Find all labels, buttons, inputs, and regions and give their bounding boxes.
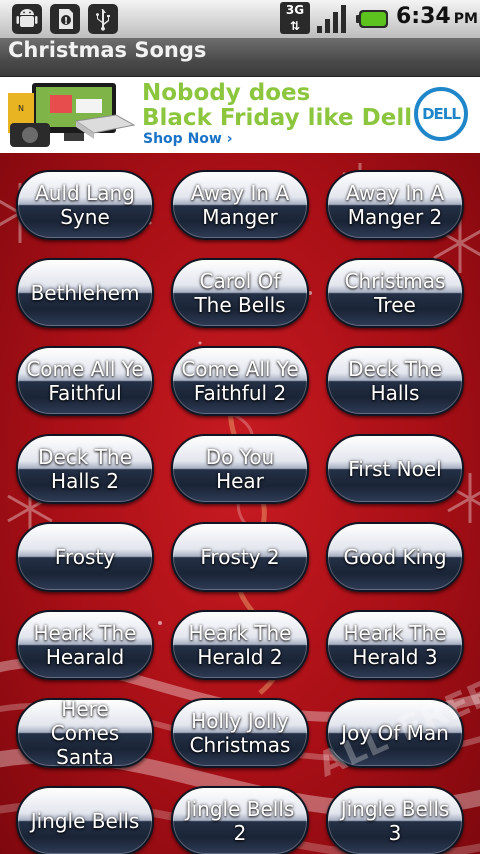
battery-icon: [356, 9, 390, 33]
song-button-label: Holly Jolly Christmas: [189, 709, 291, 757]
song-button[interactable]: Jingle Bells: [16, 786, 154, 854]
song-button[interactable]: Come All Ye Faithful 2: [171, 346, 309, 416]
svg-text:!: !: [64, 16, 69, 27]
song-button-label: Joy Of Man: [341, 721, 449, 745]
song-button-label: Deck The Halls: [348, 357, 442, 405]
clock: 6:34 PM: [396, 4, 478, 34]
app-screen: ! 3G ⇅ 6:34 PM Christmas Songs N Nobody …: [0, 0, 480, 854]
song-button-label: Do You Hear: [205, 445, 275, 493]
song-button[interactable]: Deck The Halls 2: [16, 434, 154, 504]
song-button[interactable]: Bethlehem: [16, 258, 154, 328]
usb-icon: [88, 4, 118, 34]
ad-headline-2: Black Friday like Dell: [142, 105, 413, 131]
song-button[interactable]: Holly Jolly Christmas: [171, 698, 309, 768]
song-button[interactable]: Frosty 2: [171, 522, 309, 592]
song-button[interactable]: Carol Of The Bells: [171, 258, 309, 328]
song-button[interactable]: Away In A Manger 2: [326, 170, 464, 240]
song-button[interactable]: Auld Lang Syne: [16, 170, 154, 240]
song-button-label: Heark The Hearald: [33, 621, 137, 669]
song-button[interactable]: Away In A Manger: [171, 170, 309, 240]
product-image-icon: N: [8, 83, 136, 147]
song-button-label: Come All Ye Faithful: [26, 357, 144, 405]
signal-strength-icon: [316, 4, 348, 38]
song-button-label: Heark The Herald 3: [343, 621, 447, 669]
song-button[interactable]: Jingle Bells 2: [171, 786, 309, 854]
song-button-label: Come All Ye Faithful 2: [181, 357, 299, 405]
song-button-label: Away In A Manger: [190, 181, 290, 229]
song-button-label: Here Comes Santa: [50, 697, 120, 769]
title-bar: Christmas Songs: [0, 38, 480, 77]
song-button[interactable]: Heark The Hearald: [16, 610, 154, 680]
song-button-label: Good King: [343, 545, 447, 569]
network-3g-icon: 3G ⇅: [280, 2, 310, 34]
song-button[interactable]: Good King: [326, 522, 464, 592]
ad-shop-now-link[interactable]: Shop Now ›: [143, 131, 232, 147]
dell-logo: DELL: [414, 87, 468, 141]
song-button-label: Frosty 2: [200, 545, 280, 569]
song-button[interactable]: Christmas Tree: [326, 258, 464, 328]
song-button[interactable]: Jingle Bells 3: [326, 786, 464, 854]
song-button-label: Auld Lang Syne: [35, 181, 135, 229]
song-button-label: Jingle Bells: [30, 809, 140, 833]
song-button-label: Heark The Herald 2: [188, 621, 292, 669]
status-bar: ! 3G ⇅ 6:34 PM: [0, 0, 480, 39]
song-button-label: Carol Of The Bells: [194, 269, 286, 317]
page-title: Christmas Songs: [8, 38, 207, 62]
song-button[interactable]: Here Comes Santa: [16, 697, 154, 769]
song-button[interactable]: First Noel: [326, 434, 464, 504]
svg-text:N: N: [18, 104, 24, 113]
song-button[interactable]: Come All Ye Faithful: [16, 346, 154, 416]
song-list-area: Auld Lang Syne Away In A Manger Away In A …: [0, 153, 480, 854]
sd-card-icon: !: [50, 4, 80, 34]
song-button[interactable]: Deck The Halls: [326, 346, 464, 416]
song-button-label: Christmas Tree: [344, 269, 446, 317]
song-button-label: Bethlehem: [30, 281, 140, 305]
song-button[interactable]: Do You Hear: [171, 434, 309, 504]
song-button[interactable]: Frosty: [16, 522, 154, 592]
song-button-label: First Noel: [348, 457, 442, 481]
ad-banner[interactable]: N Nobody does Black Friday like Dell Sho…: [0, 77, 480, 153]
clock-time: 6:34: [396, 4, 451, 29]
clock-ampm: PM: [453, 11, 478, 27]
song-button-label: Jingle Bells 3: [340, 797, 450, 845]
song-button[interactable]: Heark The Herald 3: [326, 610, 464, 680]
song-button-label: Frosty: [54, 545, 116, 569]
song-button-label: Jingle Bells 2: [185, 797, 295, 845]
ad-headline: Nobody does: [142, 80, 311, 106]
song-button-label: Deck The Halls 2: [38, 445, 132, 493]
song-button-label: Away In A Manger 2: [345, 181, 445, 229]
song-button[interactable]: Heark The Herald 2: [171, 610, 309, 680]
android-icon: [12, 4, 42, 34]
